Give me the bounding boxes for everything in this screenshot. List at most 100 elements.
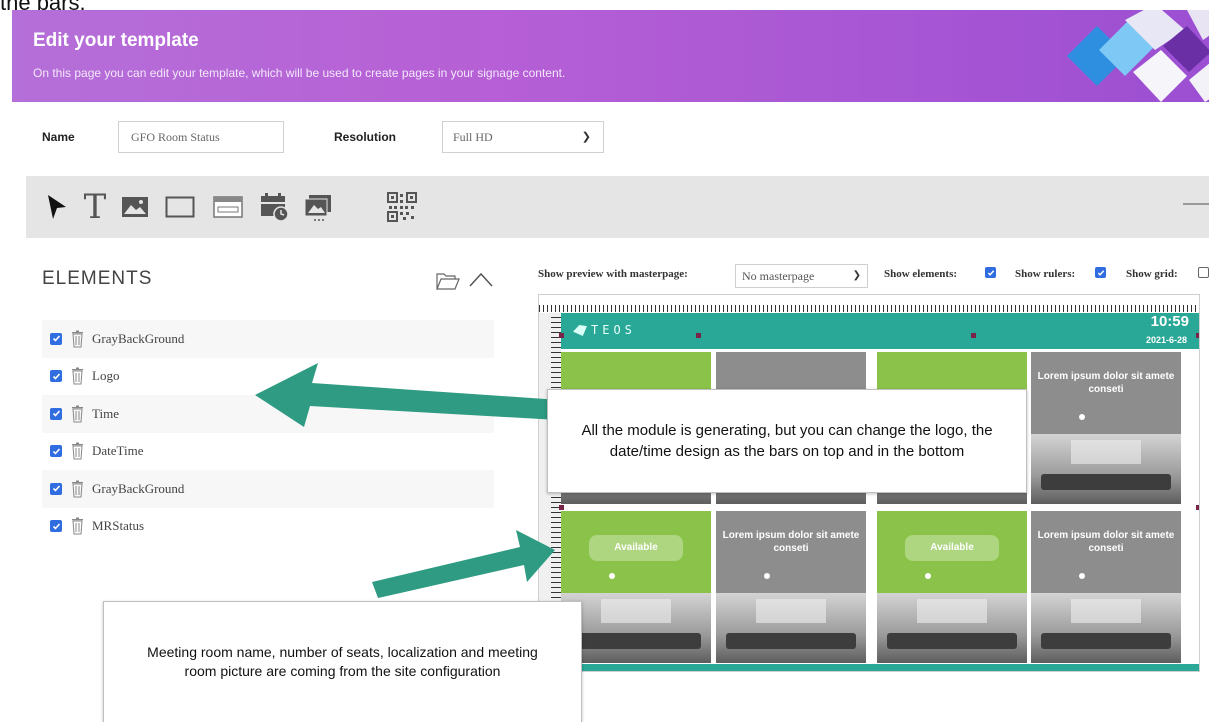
room-picture: [1031, 434, 1181, 504]
resize-handle[interactable]: [1196, 505, 1199, 510]
element-name: GrayBackGround: [92, 480, 185, 496]
toolbar-divider: [1183, 203, 1209, 205]
calendar-clock-icon: [261, 193, 289, 222]
room-busy-text: Lorem ipsum dolor sit amete conseti: [1037, 530, 1175, 554]
slideshow-tool[interactable]: [302, 190, 336, 224]
resize-handle[interactable]: [971, 333, 976, 338]
chevron-up-icon[interactable]: [468, 270, 494, 288]
tool-palette: T: [26, 176, 1209, 238]
room-busy-text: Lorem ipsum dolor sit amete conseti: [1037, 371, 1175, 395]
element-checkbox[interactable]: [50, 482, 62, 495]
elements-list: GrayBackGround Logo Time DateTime GrayBa…: [42, 320, 494, 545]
name-input[interactable]: GFO Room Status: [118, 121, 284, 153]
element-checkbox[interactable]: [50, 407, 62, 420]
image-icon: [122, 197, 148, 217]
trash-icon[interactable]: [71, 480, 84, 498]
list-item[interactable]: MRStatus: [42, 508, 494, 546]
room-card: Lorem ipsum dolor sit amete conseti: [716, 511, 866, 663]
trash-icon[interactable]: [71, 405, 84, 423]
room-card: Available: [561, 511, 711, 663]
resize-handle[interactable]: [1196, 333, 1199, 338]
element-name: Logo: [92, 368, 120, 384]
element-name: DateTime: [92, 443, 144, 459]
element-checkbox[interactable]: [50, 332, 62, 345]
top-bar[interactable]: TEOS 10:59 2021-6-28: [561, 313, 1199, 349]
trash-icon[interactable]: [71, 442, 84, 460]
show-elements-label: Show elements:: [884, 268, 958, 280]
web-tool[interactable]: [212, 190, 244, 224]
check-icon: [52, 523, 60, 530]
show-grid-label: Show grid:: [1126, 268, 1178, 280]
masterpage-value: No masterpage: [742, 269, 815, 283]
qr-tool[interactable]: [386, 190, 418, 224]
room-card: Lorem ipsum dolor sit amete conseti: [1031, 352, 1181, 504]
element-checkbox[interactable]: [50, 520, 62, 533]
clock-dot-icon: [925, 573, 931, 579]
list-item[interactable]: DateTime: [42, 433, 494, 471]
text-tool[interactable]: T: [80, 190, 110, 224]
name-value: GFO Room Status: [131, 130, 220, 144]
chevron-down-icon: ❯: [581, 131, 591, 143]
page-title: Edit your template: [33, 30, 199, 51]
room-picture: [1031, 593, 1181, 663]
clock-dot-icon: [764, 573, 770, 579]
resolution-label: Resolution: [334, 130, 396, 144]
name-label: Name: [42, 130, 75, 144]
callout-top-text: All the module is generating, but you ca…: [581, 422, 993, 460]
rectangle-tool[interactable]: [164, 190, 196, 224]
room-busy-text: Lorem ipsum dolor sit amete conseti: [722, 530, 860, 554]
elements-heading: ELEMENTS: [42, 268, 153, 289]
clock-dot-icon: [1079, 414, 1085, 420]
clock-dot-icon: [1079, 573, 1085, 579]
masterpage-select[interactable]: No masterpage ❯: [735, 264, 868, 288]
room-card: Available: [877, 511, 1027, 663]
resolution-select[interactable]: Full HD ❯: [442, 121, 604, 153]
preview-options: Show preview with masterpage: No masterp…: [538, 264, 1209, 288]
available-badge: Available: [905, 535, 999, 561]
template-settings: Name GFO Room Status Resolution Full HD …: [12, 118, 1209, 158]
resolution-value: Full HD: [453, 130, 493, 144]
room-picture: [561, 593, 711, 663]
show-rulers-checkbox[interactable]: [1095, 267, 1106, 278]
element-checkbox[interactable]: [50, 370, 62, 383]
show-rulers-label: Show rulers:: [1015, 268, 1076, 280]
chevron-down-icon: ❯: [852, 270, 861, 281]
trash-icon[interactable]: [71, 517, 84, 535]
date-display[interactable]: 2021-6-28: [1146, 335, 1187, 345]
check-icon: [52, 373, 60, 380]
web-icon: [213, 196, 243, 218]
trash-icon[interactable]: [71, 367, 84, 385]
show-grid-checkbox[interactable]: [1198, 267, 1209, 278]
text-icon: T: [83, 187, 107, 227]
element-name: Time: [92, 405, 119, 421]
list-item[interactable]: GrayBackGround: [42, 320, 494, 358]
rectangle-icon: [165, 196, 195, 218]
check-icon: [52, 335, 60, 342]
bottom-bar[interactable]: [561, 664, 1199, 671]
resize-handle[interactable]: [559, 505, 564, 510]
qr-code-icon: [387, 192, 417, 222]
brand-logo[interactable]: TEOS: [573, 323, 636, 337]
list-item[interactable]: Time: [42, 395, 494, 433]
resize-handle[interactable]: [696, 333, 701, 338]
check-icon: [987, 269, 994, 276]
element-name: MRStatus: [92, 518, 145, 534]
pointer-tool[interactable]: [44, 190, 70, 224]
available-badge: Available: [589, 535, 683, 561]
brand-text: TEOS: [591, 323, 636, 337]
page-header: Edit your template On this page you can …: [12, 10, 1209, 102]
resize-handle[interactable]: [559, 333, 564, 338]
show-elements-checkbox[interactable]: [985, 267, 996, 278]
time-display[interactable]: 10:59: [1151, 313, 1189, 330]
trash-icon[interactable]: [71, 330, 84, 348]
folder-icon[interactable]: [436, 272, 460, 290]
element-name: GrayBackGround: [92, 330, 185, 346]
list-item[interactable]: Logo: [42, 358, 494, 396]
list-item[interactable]: GrayBackGround: [42, 470, 494, 508]
teos-tiles-logo: [1067, 10, 1209, 102]
room-card: Lorem ipsum dolor sit amete conseti: [1031, 511, 1181, 663]
preview-masterpage-label: Show preview with masterpage:: [538, 268, 688, 280]
element-checkbox[interactable]: [50, 445, 62, 458]
calendar-tool[interactable]: [258, 190, 290, 224]
image-tool[interactable]: [120, 190, 150, 224]
